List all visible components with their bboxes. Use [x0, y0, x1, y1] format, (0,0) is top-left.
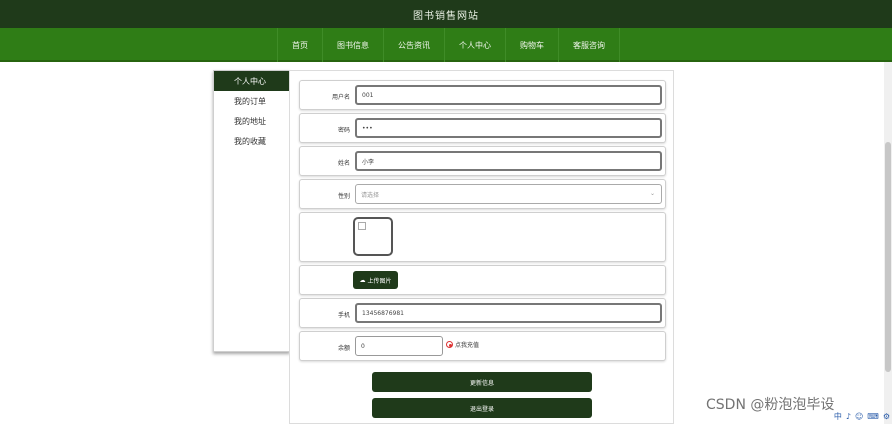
profile-form-panel: 用户名 001 密码 ••• 姓名 小李 性别 请选择 ⌄ ☁ 上传图片 手机 … — [289, 70, 674, 424]
balance-input[interactable]: 0 — [355, 336, 443, 356]
nav-item-cart[interactable]: 购物车 — [505, 28, 558, 62]
page-scrollbar[interactable] — [884, 62, 892, 424]
sidebar-item-orders[interactable]: 我的订单 — [214, 91, 289, 111]
password-row: 密码 ••• — [299, 113, 666, 143]
nav-item-profile[interactable]: 个人中心 — [444, 28, 505, 62]
chevron-down-icon: ⌄ — [649, 190, 655, 197]
nav-item-books[interactable]: 图书信息 — [322, 28, 383, 62]
upload-image-button[interactable]: ☁ 上传图片 — [353, 271, 398, 289]
sound-icon[interactable]: ♪ — [846, 412, 851, 421]
keyboard-icon[interactable]: ⌨ — [867, 412, 879, 421]
logout-button[interactable]: 退出登录 — [372, 398, 592, 418]
nav-item-news[interactable]: 公告资讯 — [383, 28, 444, 62]
username-label: 用户名 — [331, 94, 350, 101]
sidebar-item-address[interactable]: 我的地址 — [214, 111, 289, 131]
nav-item-home[interactable]: 首页 — [277, 28, 322, 62]
gender-select-value: 请选择 — [361, 191, 380, 199]
username-row: 用户名 001 — [299, 80, 666, 110]
upload-row: ☁ 上传图片 — [299, 265, 666, 295]
username-input[interactable]: 001 — [355, 85, 662, 105]
sidebar-item-favorites[interactable]: 我的收藏 — [214, 131, 289, 151]
emoji-icon[interactable]: ☺ — [855, 412, 863, 421]
nav-items: 首页 图书信息 公告资讯 个人中心 购物车 客服咨询 — [277, 28, 620, 62]
avatar-row — [299, 212, 666, 262]
recharge-option[interactable]: 点我充值 — [446, 340, 479, 349]
password-label: 密码 — [337, 127, 350, 134]
sidebar-item-profile[interactable]: 个人中心 — [214, 71, 289, 91]
name-label: 姓名 — [337, 160, 350, 167]
password-input[interactable]: ••• — [355, 118, 662, 138]
phone-input[interactable]: 13456876981 — [355, 303, 662, 323]
settings-icon[interactable]: ⚙ — [883, 412, 890, 421]
name-input[interactable]: 小李 — [355, 151, 662, 171]
site-title: 图书销售网站 — [413, 10, 479, 22]
update-info-button[interactable]: 更新信息 — [372, 372, 592, 392]
profile-sidebar: 个人中心 我的订单 我的地址 我的收藏 — [213, 70, 290, 352]
system-tray: 中 ♪ ☺ ⌨ ⚙ — [803, 409, 892, 424]
balance-label: 余额 — [337, 345, 350, 352]
cloud-upload-icon: ☁ — [359, 276, 366, 284]
avatar-preview — [353, 217, 393, 256]
gender-label: 性别 — [337, 193, 350, 200]
upload-button-label: 上传图片 — [367, 277, 392, 285]
recharge-label: 点我充值 — [455, 342, 480, 349]
gender-select[interactable]: 请选择 ⌄ — [355, 184, 662, 204]
phone-label: 手机 — [337, 312, 350, 319]
input-method-icon[interactable]: 中 — [834, 411, 842, 422]
recharge-radio[interactable] — [446, 341, 453, 348]
nav-item-support[interactable]: 客服咨询 — [558, 28, 620, 62]
broken-image-icon — [358, 222, 366, 230]
name-row: 姓名 小李 — [299, 146, 666, 176]
scrollbar-thumb[interactable] — [885, 142, 891, 372]
balance-row: 余额 0 点我充值 — [299, 331, 666, 361]
gender-row: 性别 请选择 ⌄ — [299, 179, 666, 209]
site-header: 图书销售网站 — [0, 0, 892, 28]
phone-row: 手机 13456876981 — [299, 298, 666, 328]
main-nav: 首页 图书信息 公告资讯 个人中心 购物车 客服咨询 — [0, 28, 892, 62]
